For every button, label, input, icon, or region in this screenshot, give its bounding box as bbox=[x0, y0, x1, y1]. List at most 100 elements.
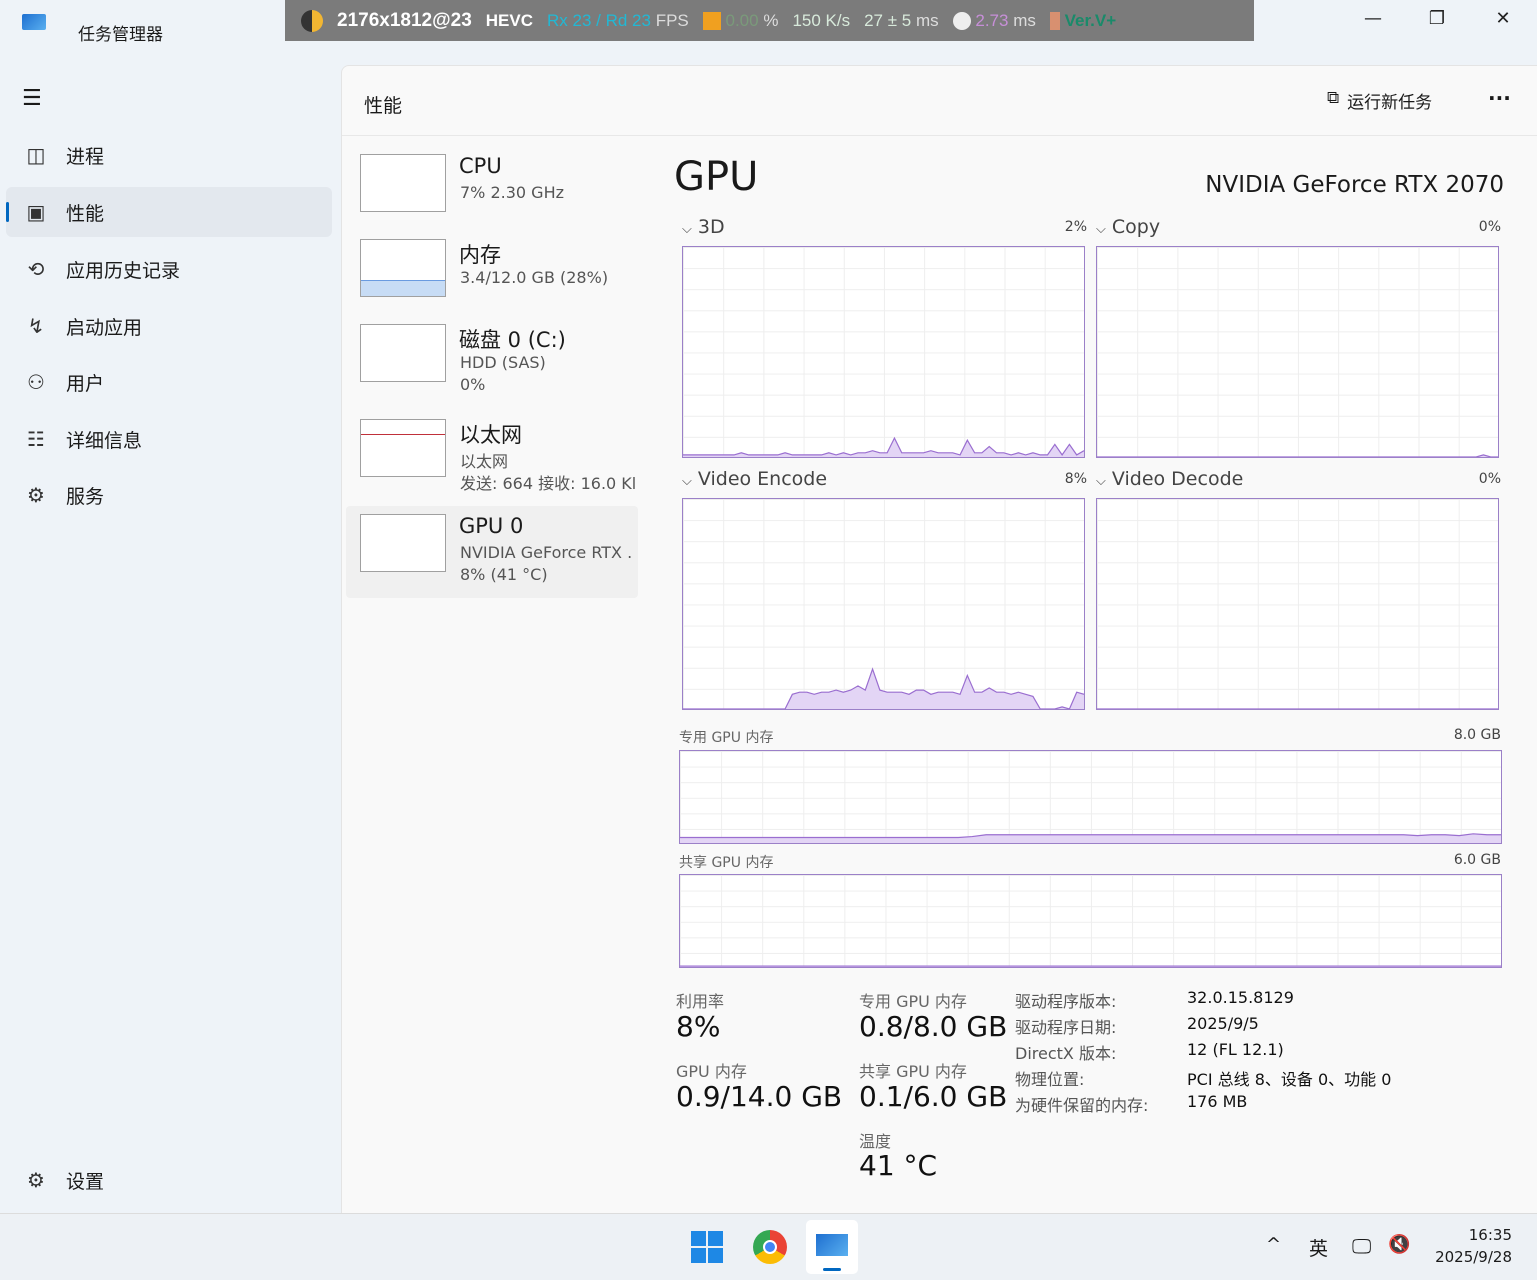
engine-label: 3D bbox=[697, 216, 725, 238]
network-icon[interactable]: 🖵 bbox=[1352, 1234, 1371, 1258]
info-key: 为硬件保留的内存: bbox=[1015, 1096, 1149, 1115]
sidebar-item-services[interactable]: ⚙ 服务 bbox=[6, 470, 332, 520]
info-key: DirectX 版本: bbox=[1015, 1044, 1117, 1063]
run-new-task-label: 运行新任务 bbox=[1347, 93, 1433, 113]
sidebar-item-label: 应用历史记录 bbox=[66, 259, 181, 282]
codec: HEVC bbox=[485, 10, 533, 30]
processes-icon: ◫ bbox=[26, 143, 46, 167]
drink-icon bbox=[1049, 12, 1060, 31]
task-manager-taskbar-button[interactable] bbox=[806, 1220, 858, 1274]
gpu-memory-value: 0.9/14.0 GB bbox=[676, 1080, 843, 1113]
utilization-value: 8% bbox=[676, 1010, 721, 1043]
performance-icon: ▣ bbox=[26, 200, 46, 224]
sidebar-item-startup[interactable]: ↯ 启动应用 bbox=[6, 301, 332, 351]
sidebar-item-users[interactable]: ⚇ 用户 bbox=[6, 357, 332, 407]
more-options-button[interactable]: ··· bbox=[1488, 86, 1511, 110]
device-thumbnail-graph bbox=[360, 514, 446, 572]
minimize-button[interactable]: — bbox=[1353, 8, 1393, 32]
page-header: 性能 ⧉ 运行新任务 ··· bbox=[342, 66, 1537, 136]
volume-muted-icon[interactable]: 🔇 bbox=[1388, 1234, 1410, 1255]
run-new-task-button[interactable]: ⧉ 运行新任务 bbox=[1327, 88, 1432, 113]
gpu-memory-label: GPU 内存 bbox=[676, 1062, 747, 1081]
sidebar-item-label: 进程 bbox=[66, 145, 105, 168]
device-line1: 7% 2.30 GHz bbox=[460, 183, 565, 202]
tray-overflow-chevron[interactable]: ^ bbox=[1266, 1234, 1281, 1255]
dedicated-memory-stat-label: 专用 GPU 内存 bbox=[859, 992, 967, 1011]
shared-memory-stat-value: 0.1/6.0 GB bbox=[859, 1080, 1008, 1113]
device-item-0[interactable]: CPU 7% 2.30 GHz bbox=[346, 146, 638, 238]
device-item-1[interactable]: 内存 3.4/12.0 GB (28%) bbox=[346, 231, 638, 323]
chevron-down-icon: ⌵ bbox=[682, 474, 692, 489]
sidebar-item-performance[interactable]: ▣ 性能 bbox=[6, 187, 332, 237]
gpu-model: NVIDIA GeForce RTX 2070 bbox=[1205, 172, 1504, 198]
gpu-title: GPU bbox=[674, 154, 759, 200]
sidebar-item-label: 服务 bbox=[66, 485, 105, 508]
app-icon bbox=[22, 14, 46, 30]
device-line1: HDD (SAS) bbox=[460, 353, 546, 372]
engine-percent: 0% bbox=[1478, 219, 1501, 235]
start-button[interactable] bbox=[691, 1231, 723, 1263]
temperature-value: 41 °C bbox=[859, 1149, 938, 1182]
engine-graph bbox=[682, 498, 1085, 710]
info-key: 驱动程序日期: bbox=[1015, 1018, 1117, 1037]
settings-icon: ⚙ bbox=[27, 1168, 45, 1192]
engine-history-area bbox=[683, 669, 1084, 709]
device-name: 内存 bbox=[459, 243, 501, 267]
bitrate: 150 K/s bbox=[792, 10, 851, 30]
users-icon: ⚇ bbox=[27, 370, 45, 394]
stream-stats-overlay: 2176x1812@23 HEVC Rx 23 / Rd 23 FPS 0.00… bbox=[285, 0, 1254, 41]
chevron-down-icon: ⌵ bbox=[1096, 474, 1106, 489]
engine-selector[interactable]: ⌵ Video Encode bbox=[682, 468, 827, 490]
engine-label: Video Decode bbox=[1111, 468, 1244, 490]
latency-unit: ms bbox=[915, 10, 939, 30]
stopwatch-icon bbox=[952, 12, 971, 31]
signal-icon bbox=[702, 12, 721, 31]
latency: 27 ± 5 bbox=[864, 10, 912, 30]
hamburger-menu-icon[interactable]: ☰ bbox=[22, 86, 42, 111]
sidebar-item-label: 详细信息 bbox=[66, 429, 143, 452]
engine-graph bbox=[1096, 498, 1499, 710]
device-item-2[interactable]: 磁盘 0 (C:) HDD (SAS) 0% bbox=[346, 316, 638, 408]
page-title: 性能 bbox=[364, 95, 403, 117]
device-line2: 0% bbox=[460, 375, 486, 394]
device-item-4[interactable]: GPU 0 NVIDIA GeForce RTX . 8% (41 °C) bbox=[346, 506, 638, 598]
sidebar-item-details[interactable]: ☷ 详细信息 bbox=[6, 414, 332, 464]
clock[interactable]: 16:35 2025/9/28 bbox=[1432, 1226, 1512, 1266]
shared-memory-stat-label: 共享 GPU 内存 bbox=[859, 1062, 967, 1081]
device-name: 以太网 bbox=[459, 423, 522, 447]
dedicated-memory-label: 专用 GPU 内存 bbox=[679, 730, 774, 746]
chrome-icon[interactable] bbox=[753, 1230, 787, 1264]
sidebar-item-app-history[interactable]: ⟲ 应用历史记录 bbox=[6, 244, 332, 294]
sidebar-item-label: 用户 bbox=[66, 372, 105, 395]
sidebar-item-label: 启动应用 bbox=[66, 316, 143, 339]
device-line1: 以太网 bbox=[460, 452, 509, 471]
sidebar-item-settings[interactable]: ⚙ 设置 bbox=[6, 1155, 332, 1205]
engine-label: Copy bbox=[1111, 216, 1161, 238]
engine-percent: 8% bbox=[1064, 471, 1087, 487]
ime-indicator[interactable]: 英 bbox=[1309, 1234, 1328, 1261]
window-title: 任务管理器 bbox=[78, 25, 163, 45]
device-thumbnail-graph bbox=[360, 154, 446, 212]
device-item-3[interactable]: 以太网 以太网 发送: 664 接收: 16.0 Kl bbox=[346, 411, 638, 503]
maximize-button[interactable]: ❐ bbox=[1417, 8, 1457, 32]
engine-selector[interactable]: ⌵ Copy bbox=[1096, 216, 1160, 238]
device-line2: 8% (41 °C) bbox=[460, 565, 548, 584]
main-panel: 性能 ⧉ 运行新任务 ··· CPU 7% 2.30 GHz 内存 3.4/12.… bbox=[341, 65, 1537, 1213]
engine-history-line bbox=[683, 436, 1084, 456]
fps-unit: FPS bbox=[655, 10, 689, 30]
engine-graph bbox=[1096, 246, 1499, 458]
shared-memory-graph bbox=[679, 874, 1502, 968]
info-key: 物理位置: bbox=[1015, 1070, 1085, 1089]
engine-selector[interactable]: ⌵ 3D bbox=[682, 216, 725, 238]
close-button[interactable]: ✕ bbox=[1483, 8, 1523, 32]
packet-loss: 0.00 bbox=[725, 10, 759, 30]
sidebar-item-processes[interactable]: ◫ 进程 bbox=[6, 130, 332, 180]
new-task-icon: ⧉ bbox=[1327, 88, 1340, 108]
history-icon: ⟲ bbox=[27, 257, 45, 281]
info-value: 2025/9/5 bbox=[1187, 1014, 1259, 1033]
info-value: 32.0.15.8129 bbox=[1187, 988, 1294, 1007]
engine-selector[interactable]: ⌵ Video Decode bbox=[1096, 468, 1243, 490]
fps: Rx 23 / Rd 23 bbox=[547, 10, 651, 30]
utilization-label: 利用率 bbox=[676, 992, 725, 1011]
services-icon: ⚙ bbox=[27, 483, 45, 507]
